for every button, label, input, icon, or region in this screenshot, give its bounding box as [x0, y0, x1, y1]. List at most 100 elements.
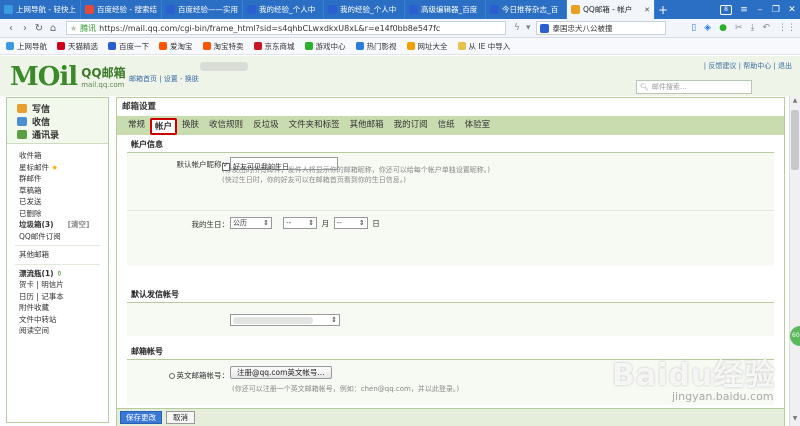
- qq-subscribe-link[interactable]: QQ邮件订阅: [19, 231, 108, 243]
- mail-search-input[interactable]: 🔍︎ 邮件搜索...: [636, 80, 752, 94]
- undo-icon[interactable]: ↶: [762, 23, 770, 33]
- bookmark-favicon-icon: [457, 42, 466, 50]
- radio-icon[interactable]: [168, 373, 175, 379]
- drift-bottle-link[interactable]: 漂流瓶(1) ⚱: [19, 268, 108, 280]
- empty-trash-link[interactable]: [清空]: [68, 220, 90, 229]
- phone-icon[interactable]: ▯: [691, 23, 696, 33]
- day-select[interactable]: -- ⇕: [333, 217, 368, 229]
- settings-tab[interactable]: 文件夹和标签: [284, 116, 345, 135]
- bookmark-label: 京东商城: [264, 41, 295, 51]
- receive-button[interactable]: 收信: [7, 115, 108, 128]
- bookmark-item[interactable]: 网址大全: [406, 41, 448, 52]
- mail-search-placeholder: 邮件搜索...: [651, 83, 687, 91]
- bookmark-item[interactable]: 百度一下: [108, 41, 149, 52]
- bookmark-item[interactable]: 爱淘宝: [159, 41, 193, 52]
- lightning-icon[interactable]: ϟ: [514, 23, 520, 33]
- browser-tab[interactable]: QQ邮箱 - 帐户 ✕: [567, 0, 655, 19]
- default-sender-select[interactable]: ⇕: [230, 314, 340, 326]
- bookmark-item[interactable]: 游戏中心: [304, 41, 346, 52]
- settings-tab[interactable]: 信纸: [433, 116, 460, 135]
- browser-tab[interactable]: 百度经验——实用: [162, 0, 243, 19]
- calendar-type-select[interactable]: 公历 ⇕: [230, 217, 272, 229]
- top-links[interactable]: | 反馈建议 | 帮助中心 | 退出: [704, 61, 792, 71]
- folder-deleted[interactable]: 已删除: [19, 208, 108, 220]
- settings-tab[interactable]: 帐户: [150, 118, 178, 135]
- bookmark-item[interactable]: 上网导航: [6, 41, 47, 52]
- settings-tab[interactable]: 收信规则: [204, 116, 248, 135]
- scroll-down-icon[interactable]: ▼: [790, 415, 800, 425]
- page-title: 邮箱设置: [122, 102, 157, 112]
- month-unit: 月: [321, 218, 330, 228]
- settings-tab[interactable]: 常规: [123, 116, 150, 135]
- friends-visible-checkbox[interactable]: [222, 161, 230, 171]
- new-tab-button[interactable]: +: [655, 3, 671, 17]
- back-icon[interactable]: ‹: [4, 23, 18, 34]
- browser-tab[interactable]: 高级编辑器_百度: [405, 0, 486, 19]
- bookmark-favicon-icon: [406, 42, 415, 50]
- folder-drafts[interactable]: 草稿箱: [19, 185, 108, 197]
- file-transfer-link[interactable]: 文件中转站: [19, 314, 108, 326]
- inbox-icon: [17, 117, 27, 126]
- browser-search-input[interactable]: 泰国忠犬八公被撞: [536, 21, 667, 35]
- tab-favicon-icon: [166, 5, 175, 14]
- attachments-link[interactable]: 附件收藏: [19, 302, 108, 314]
- close-window-icon[interactable]: ✕: [784, 5, 800, 15]
- folder-trash[interactable]: 垃圾箱(3) [清空]: [19, 219, 108, 231]
- save-changes-button[interactable]: 保存更改: [120, 411, 162, 424]
- settings-tab[interactable]: 体验室: [460, 116, 496, 135]
- settings-tab[interactable]: 换肤: [177, 116, 204, 135]
- settings-tab[interactable]: 反垃圾: [248, 116, 284, 135]
- grid-icon[interactable]: ⋮⋮: [778, 23, 796, 33]
- browser-tab[interactable]: 今日推荐杂志_百: [486, 0, 567, 19]
- bookmark-item[interactable]: 从 IE 中导入: [457, 41, 510, 52]
- star-icon[interactable]: ★: [70, 24, 77, 33]
- close-tab-icon[interactable]: ✕: [644, 6, 650, 14]
- folder-inbox[interactable]: 收件箱: [19, 150, 108, 162]
- window-controls: 8 ≡ – ❐ ✕: [720, 4, 800, 15]
- qq-mail-logo[interactable]: MOil QQ邮箱 mail.qq.com: [10, 64, 126, 90]
- scissors-icon[interactable]: ✂: [735, 23, 743, 33]
- compose-button[interactable]: 写信: [7, 102, 108, 115]
- header-links[interactable]: 邮箱首页 | 设置 - 换肤: [129, 74, 199, 84]
- chat-icon[interactable]: ●: [719, 23, 727, 33]
- folder-group[interactable]: 群邮件: [19, 173, 108, 185]
- calendar-link[interactable]: 日历 | 记事本: [19, 291, 108, 303]
- browser-tab[interactable]: 我的经验_个人中: [243, 0, 324, 19]
- month-select[interactable]: -- ⇕: [283, 217, 318, 229]
- tab-count-badge[interactable]: 8: [720, 4, 732, 15]
- other-mailbox-link[interactable]: 其他邮箱: [19, 249, 108, 261]
- cancel-button[interactable]: 取消: [166, 411, 195, 424]
- mail-sidebar: 写信 收信 通讯录 收件箱 星标邮件 ★ 群邮件 草稿箱 已发送 已删除 垃圾箱(3…: [6, 97, 109, 423]
- friends-visible-option[interactable]: 好友可见我的生日: [222, 161, 289, 172]
- menu-icon[interactable]: ≡: [736, 5, 752, 15]
- bookmark-label: 天猫精选: [68, 41, 98, 51]
- reading-space-link[interactable]: 阅读空间: [19, 325, 108, 337]
- dropdown-icon[interactable]: ▾: [526, 23, 531, 33]
- bookmark-item[interactable]: 淘宝特卖: [202, 41, 244, 52]
- download-icon[interactable]: ⤓: [750, 23, 754, 33]
- cards-link[interactable]: 贺卡 | 明信片: [19, 279, 108, 291]
- forward-icon[interactable]: ›: [18, 23, 32, 34]
- folder-starred[interactable]: 星标邮件 ★: [19, 162, 108, 174]
- url-input[interactable]: ★ 腾讯 https://mail.qq.com/cgi-bin/frame_h…: [66, 21, 506, 35]
- browser-tab[interactable]: 我的经验_个人中: [324, 0, 405, 19]
- restore-icon[interactable]: ❐: [768, 5, 784, 15]
- folder-sent[interactable]: 已发送: [19, 196, 108, 208]
- settings-tab[interactable]: 我的订阅: [389, 116, 433, 135]
- shield-icon[interactable]: ◈: [704, 23, 711, 33]
- register-english-account-button[interactable]: 注册@qq.com英文帐号...: [230, 366, 332, 379]
- browser-tab[interactable]: 百度经验 - 搜索结: [81, 0, 162, 19]
- scroll-up-icon[interactable]: ▲: [790, 97, 800, 107]
- bookmark-item[interactable]: 京东商城: [253, 41, 295, 52]
- scrollbar-thumb[interactable]: [791, 110, 799, 170]
- settings-tab[interactable]: 其他邮箱: [345, 116, 389, 135]
- bookmark-item[interactable]: 热门影视: [355, 41, 397, 52]
- contacts-button[interactable]: 通讯录: [7, 128, 108, 141]
- browser-tab[interactable]: 上网导航 - 轻快上: [0, 0, 81, 19]
- minimize-icon[interactable]: –: [752, 5, 768, 15]
- bookmark-item[interactable]: 天猫精选: [57, 41, 98, 52]
- home-icon[interactable]: ⌂: [46, 23, 60, 34]
- page-scrollbar[interactable]: ▲ ▼: [789, 96, 800, 426]
- refresh-icon[interactable]: ↻: [32, 23, 46, 34]
- bookmark-favicon-icon: [57, 42, 65, 50]
